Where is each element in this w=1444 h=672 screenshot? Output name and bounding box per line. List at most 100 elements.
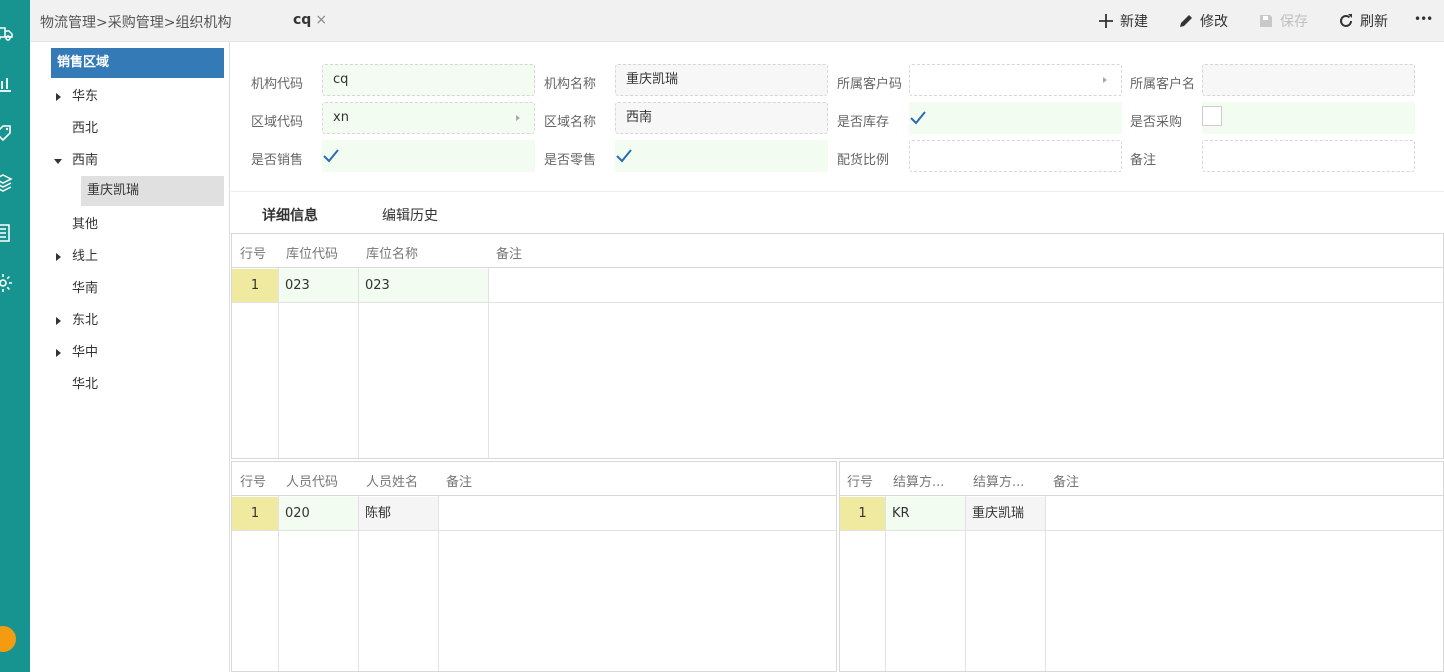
column-header[interactable]: 库位代码 bbox=[286, 243, 338, 262]
grid-header: 行号 人员代码 人员姓名 备注 bbox=[232, 462, 836, 496]
purchase-field bbox=[1202, 102, 1415, 134]
table-row[interactable]: 1 KR 重庆凯瑞 bbox=[840, 497, 1443, 531]
org-code-field[interactable]: cq bbox=[322, 64, 535, 96]
tree-node-north[interactable]: 华北 bbox=[72, 370, 98, 400]
tree-node-central[interactable]: 华中 bbox=[56, 338, 98, 368]
retail-checkbox[interactable] bbox=[615, 140, 828, 172]
row-number: 1 bbox=[232, 269, 278, 302]
customer-code-label: 所属客户码 bbox=[837, 77, 903, 92]
tree-node-online[interactable]: 线上 bbox=[56, 242, 98, 272]
purchase-label: 是否采购 bbox=[1130, 115, 1183, 130]
save-button[interactable]: 保存 bbox=[1258, 11, 1308, 31]
layers-icon[interactable] bbox=[0, 172, 14, 194]
tree-node-other[interactable]: 其他 bbox=[72, 210, 98, 240]
region-code-field[interactable]: xn bbox=[322, 102, 535, 134]
table-row[interactable]: 1 023 023 bbox=[232, 269, 1443, 303]
column-header[interactable]: 人员姓名 bbox=[366, 471, 418, 490]
org-name-label: 机构名称 bbox=[544, 77, 597, 92]
dropdown-arrow-icon[interactable] bbox=[516, 115, 520, 121]
new-button[interactable]: 新建 bbox=[1098, 11, 1148, 31]
tab-close-icon[interactable]: × bbox=[315, 12, 327, 28]
save-label: 保存 bbox=[1280, 14, 1308, 30]
remark-field[interactable] bbox=[1202, 140, 1415, 172]
org-form: 机构代码 cq 机构名称 重庆凯瑞 所属客户码 所属客户名 区域代码 xn 区域… bbox=[231, 42, 1444, 192]
truck-icon[interactable] bbox=[0, 22, 14, 44]
refresh-button[interactable]: 刷新 bbox=[1338, 11, 1388, 31]
column-header[interactable]: 备注 bbox=[446, 471, 472, 490]
column-header[interactable]: 结算方... bbox=[973, 471, 1024, 490]
org-name-field[interactable]: 重庆凯瑞 bbox=[615, 64, 828, 96]
tree-node-label: 东北 bbox=[72, 313, 99, 328]
org-tree: 销售区域 华东 西北 西南 重庆凯瑞 其他 线上 华南 东北 华中 华北 bbox=[30, 42, 230, 672]
icon-rail bbox=[0, 0, 30, 672]
sales-label: 是否销售 bbox=[251, 153, 304, 168]
tree-node-northeast[interactable]: 东北 bbox=[56, 306, 99, 336]
tree-node-label: 其他 bbox=[72, 217, 99, 232]
expand-arrow-icon[interactable] bbox=[38, 61, 46, 66]
gear-icon[interactable] bbox=[0, 272, 14, 294]
pencil-icon bbox=[1180, 15, 1192, 27]
cloud-icon[interactable] bbox=[0, 626, 16, 652]
plus-icon bbox=[1099, 14, 1113, 28]
ratio-label: 配货比例 bbox=[837, 153, 890, 168]
document-icon[interactable] bbox=[0, 222, 14, 244]
tree-node-root[interactable]: 销售区域 bbox=[38, 48, 224, 78]
tag-icon[interactable] bbox=[0, 122, 14, 144]
region-code-label: 区域代码 bbox=[251, 115, 304, 130]
table-row[interactable]: 1 020 陈郁 bbox=[232, 497, 836, 531]
collapse-arrow-icon[interactable] bbox=[56, 349, 61, 357]
column-header[interactable]: 库位名称 bbox=[366, 243, 418, 262]
tree-node-label: 华南 bbox=[72, 281, 99, 296]
collapse-arrow-icon[interactable] bbox=[56, 93, 61, 101]
sales-checkbox[interactable] bbox=[322, 140, 535, 172]
edit-button[interactable]: 修改 bbox=[1178, 11, 1228, 31]
expand-arrow-icon[interactable] bbox=[54, 159, 62, 164]
edit-label: 修改 bbox=[1200, 14, 1228, 30]
tab-label: cq bbox=[293, 12, 312, 28]
tree-node-southwest[interactable]: 西南 bbox=[54, 146, 99, 176]
settlement-code-cell[interactable]: KR bbox=[886, 497, 965, 530]
collapse-arrow-icon[interactable] bbox=[56, 253, 61, 261]
column-header[interactable]: 备注 bbox=[1053, 471, 1079, 490]
tree-node-label: 华北 bbox=[72, 377, 99, 392]
customer-code-field[interactable] bbox=[909, 64, 1122, 96]
collapse-arrow-icon[interactable] bbox=[56, 317, 61, 325]
tab-detail[interactable]: 详细信息 bbox=[262, 205, 318, 225]
settlement-name-cell[interactable]: 重庆凯瑞 bbox=[966, 497, 1045, 530]
tree-node-chongqing[interactable]: 重庆凯瑞 bbox=[81, 176, 224, 206]
remark-cell[interactable] bbox=[489, 269, 1439, 302]
location-name-cell[interactable]: 023 bbox=[359, 269, 488, 302]
tree-node-south[interactable]: 华南 bbox=[72, 274, 98, 304]
staff-name-cell[interactable]: 陈郁 bbox=[359, 497, 438, 530]
remark-cell[interactable] bbox=[439, 497, 834, 530]
region-code-value: xn bbox=[333, 110, 349, 125]
more-button[interactable]: ••• bbox=[1414, 12, 1433, 26]
column-header[interactable]: 备注 bbox=[496, 243, 522, 262]
tree-node-label: 西南 bbox=[72, 153, 99, 168]
dropdown-arrow-icon[interactable] bbox=[1103, 77, 1107, 83]
tab-cq[interactable]: cq × bbox=[293, 12, 327, 28]
save-icon bbox=[1260, 15, 1272, 27]
customer-name-label: 所属客户名 bbox=[1130, 77, 1196, 92]
region-name-field[interactable]: 西南 bbox=[615, 102, 828, 134]
tab-history[interactable]: 编辑历史 bbox=[382, 205, 438, 225]
region-name-label: 区域名称 bbox=[544, 115, 597, 130]
purchase-checkbox[interactable] bbox=[1202, 106, 1222, 126]
stock-checkbox[interactable] bbox=[909, 102, 1122, 134]
customer-name-field[interactable] bbox=[1202, 64, 1415, 96]
breadcrumb: 物流管理>采购管理>组织机构 bbox=[40, 15, 232, 31]
refresh-icon bbox=[1340, 14, 1352, 27]
column-header[interactable]: 行号 bbox=[847, 471, 873, 490]
column-header[interactable]: 行号 bbox=[240, 471, 266, 490]
staff-code-cell[interactable]: 020 bbox=[279, 497, 358, 530]
remark-cell[interactable] bbox=[1046, 497, 1441, 530]
column-header[interactable]: 行号 bbox=[240, 243, 266, 262]
column-header[interactable]: 人员代码 bbox=[286, 471, 338, 490]
tree-node-east[interactable]: 华东 bbox=[56, 82, 98, 112]
chart-icon[interactable] bbox=[0, 72, 14, 94]
top-bar: 物流管理>采购管理>组织机构 cq × 新建 修改 保存 刷新 ••• bbox=[30, 0, 1444, 42]
column-header[interactable]: 结算方... bbox=[893, 471, 944, 490]
tree-node-northwest[interactable]: 西北 bbox=[72, 114, 98, 144]
location-code-cell[interactable]: 023 bbox=[279, 269, 358, 302]
ratio-field[interactable] bbox=[909, 140, 1122, 172]
